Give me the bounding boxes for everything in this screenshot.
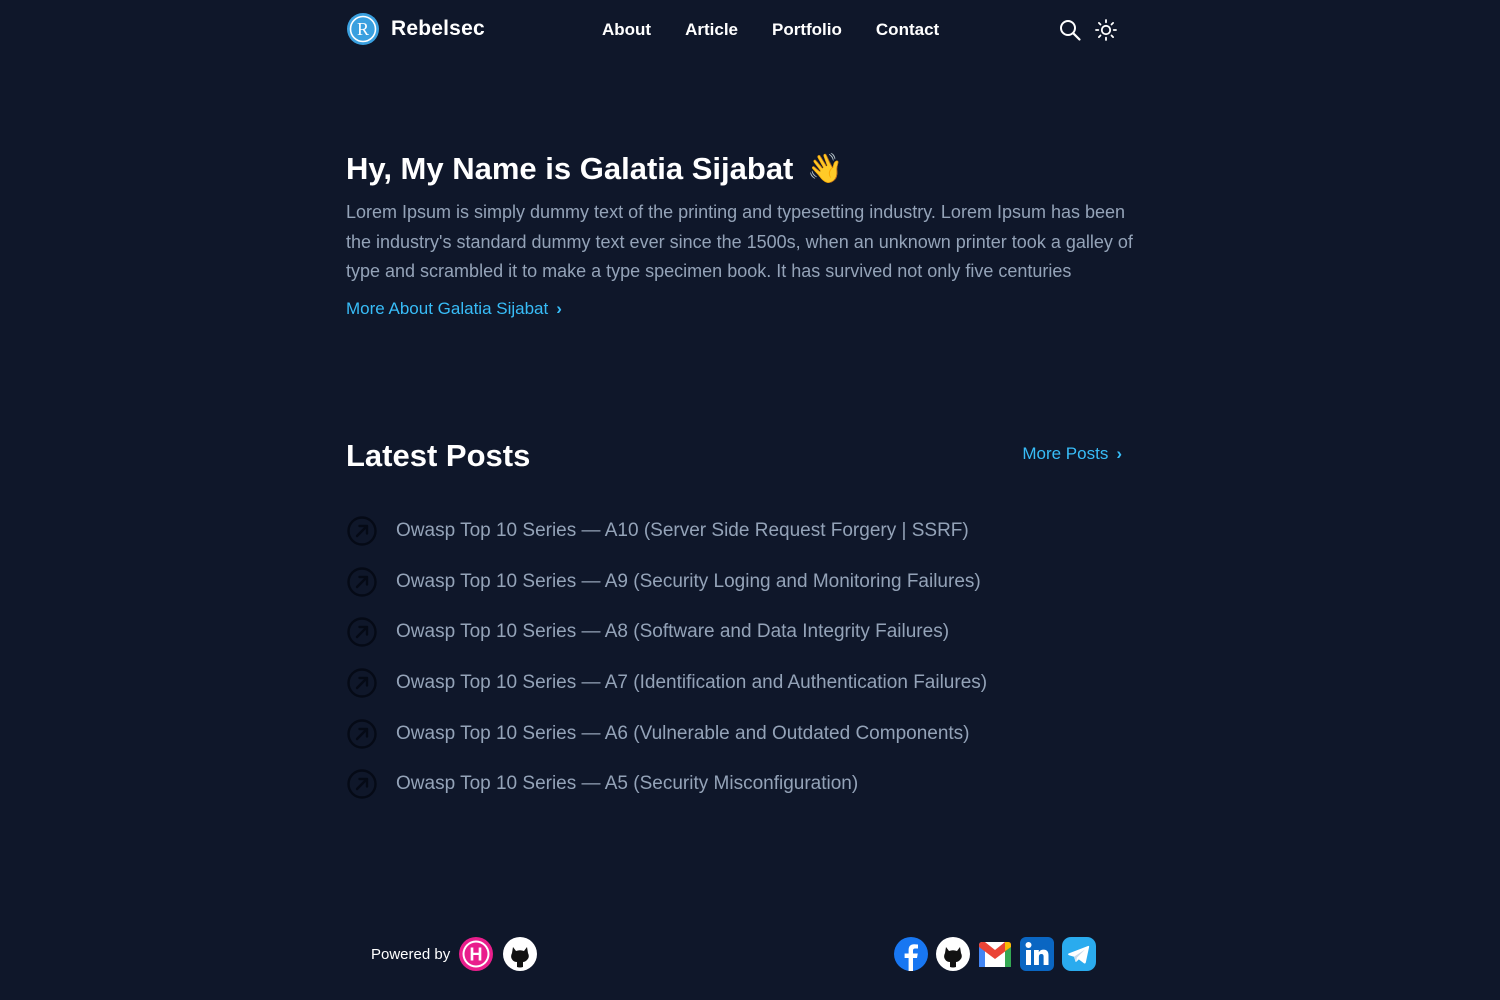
post-item[interactable]: Owasp Top 10 Series — A10 (Server Side R…: [346, 506, 1126, 557]
svg-text:H: H: [470, 945, 483, 965]
arrow-circle-icon: [347, 668, 377, 698]
nav-article[interactable]: Article: [685, 20, 738, 40]
post-list: Owasp Top 10 Series — A10 (Server Side R…: [346, 506, 1126, 810]
page: R Rebelsec About Article Portfolio Conta…: [0, 0, 1500, 1000]
arrow-circle-icon: [347, 718, 377, 749]
post-title: Owasp Top 10 Series — A5 (Security Misco…: [396, 773, 859, 795]
post-item[interactable]: Owasp Top 10 Series — A6 (Vulnerable and…: [346, 708, 1126, 759]
main-nav: About Article Portfolio Contact: [602, 20, 939, 40]
nav-contact[interactable]: Contact: [876, 20, 939, 40]
post-title: Owasp Top 10 Series — A6 (Vulnerable and…: [396, 722, 970, 744]
nav-about[interactable]: About: [602, 20, 651, 40]
hero-section: Hy, My Name is Galatia Sijabat 👋 Lorem I…: [346, 148, 1136, 319]
github-icon[interactable]: [935, 936, 971, 972]
more-about-label: More About Galatia Sijabat: [346, 298, 549, 318]
svg-text:R: R: [357, 19, 369, 39]
nav-portfolio[interactable]: Portfolio: [772, 20, 842, 40]
more-posts-link[interactable]: More Posts ›: [1022, 444, 1122, 464]
github-icon[interactable]: [502, 936, 538, 972]
hashnode-icon[interactable]: H: [458, 936, 494, 972]
powered-by: Powered by H: [371, 936, 538, 972]
theme-toggle-button[interactable]: [1094, 18, 1118, 42]
post-title: Owasp Top 10 Series — A10 (Server Side R…: [396, 520, 969, 542]
post-item[interactable]: Owasp Top 10 Series — A5 (Security Misco…: [346, 759, 1126, 810]
site-header: R Rebelsec About Article Portfolio Conta…: [346, 12, 1118, 50]
brand-name: Rebelsec: [391, 17, 485, 40]
facebook-icon[interactable]: [893, 936, 929, 972]
post-item[interactable]: Owasp Top 10 Series — A8 (Software and D…: [346, 607, 1126, 658]
search-button[interactable]: [1058, 18, 1082, 42]
hero-description: Lorem Ipsum is simply dummy text of the …: [346, 202, 1133, 281]
header-actions: [1058, 18, 1118, 42]
post-title: Owasp Top 10 Series — A8 (Software and D…: [396, 621, 950, 643]
post-title: Owasp Top 10 Series — A7 (Identification…: [396, 672, 988, 694]
arrow-circle-icon: [347, 567, 377, 597]
latest-posts-header: Latest Posts More Posts ›: [346, 436, 1122, 478]
more-about-link[interactable]: More About Galatia Sijabat ›: [346, 299, 562, 319]
social-links: [893, 936, 1097, 972]
gmail-icon[interactable]: [977, 936, 1013, 972]
post-title: Owasp Top 10 Series — A9 (Security Login…: [396, 570, 981, 592]
waving-hand-icon: 👋: [807, 152, 844, 185]
more-posts-label: More Posts: [1022, 444, 1109, 463]
chevron-right-icon: ›: [556, 298, 562, 318]
search-icon: [1060, 20, 1081, 41]
latest-posts-title: Latest Posts: [346, 438, 531, 473]
brand[interactable]: R Rebelsec: [346, 12, 485, 46]
arrow-circle-icon: [347, 516, 377, 546]
chevron-right-icon: ›: [1116, 444, 1122, 463]
sun-icon: [1095, 19, 1117, 41]
arrow-circle-icon: [347, 617, 377, 648]
telegram-icon[interactable]: [1061, 936, 1097, 972]
post-item[interactable]: Owasp Top 10 Series — A9 (Security Login…: [346, 557, 1126, 608]
hero-title: Hy, My Name is Galatia Sijabat 👋: [346, 148, 1136, 190]
powered-by-label: Powered by: [371, 945, 451, 963]
post-item[interactable]: Owasp Top 10 Series — A7 (Identification…: [346, 658, 1126, 709]
r-logo-icon: R: [347, 13, 379, 45]
linkedin-icon[interactable]: [1019, 936, 1055, 972]
hero-title-text: Hy, My Name is Galatia Sijabat: [346, 151, 794, 186]
arrow-circle-icon: [347, 769, 377, 799]
